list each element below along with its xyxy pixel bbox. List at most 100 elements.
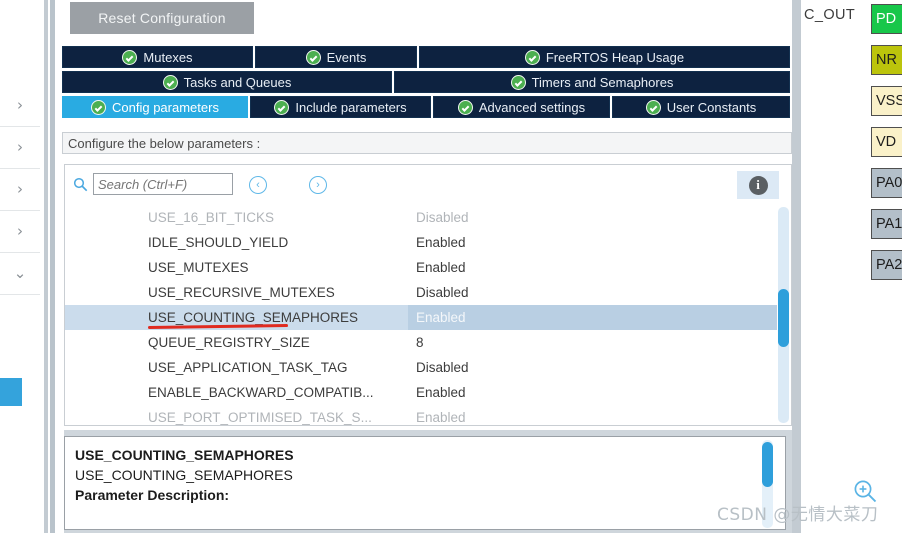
parameter-value: Enabled (416, 260, 466, 275)
pin-box[interactable]: VD (871, 127, 902, 157)
vertical-divider-right (792, 0, 801, 533)
tab-label: Mutexes (143, 49, 193, 65)
description-title: USE_COUNTING_SEMAPHORES (75, 447, 294, 463)
parameter-value: Disabled (416, 360, 469, 375)
chevron-right-icon: › (17, 179, 23, 198)
parameter-scrollbar-thumb[interactable] (778, 289, 789, 347)
info-button[interactable]: i (737, 171, 779, 199)
tab-tasks-and-queues[interactable]: Tasks and Queues (62, 71, 392, 93)
info-icon: i (748, 175, 768, 195)
description-label: Parameter Description: (75, 487, 230, 503)
parameter-value: Enabled (416, 235, 466, 250)
parameter-name: QUEUE_REGISTRY_SIZE (148, 335, 310, 350)
main-panel: Reset Configuration Mutexes Events FreeR… (56, 0, 792, 533)
sidebar-item-2[interactable]: › (0, 126, 40, 169)
table-row[interactable]: USE_MUTEXES Enabled (65, 255, 777, 280)
chevron-right-icon: › (17, 221, 23, 240)
parameter-name: USE_RECURSIVE_MUTEXES (148, 285, 335, 300)
pin-box[interactable]: NR (871, 45, 902, 75)
tab-label: Config parameters (112, 99, 219, 115)
parameter-value: Enabled (416, 410, 466, 425)
tab-row-3: Config parameters Include parameters Adv… (62, 96, 792, 118)
tab-timers-and-semaphores[interactable]: Timers and Semaphores (394, 71, 790, 93)
tab-row-1: Mutexes Events FreeRTOS Heap Usage (62, 46, 792, 68)
tab-events[interactable]: Events (255, 46, 417, 68)
tab-label: Timers and Semaphores (531, 74, 674, 90)
table-row[interactable]: IDLE_SHOULD_YIELD Enabled (65, 230, 777, 255)
check-circle-icon (91, 99, 107, 115)
tab-config-parameters[interactable]: Config parameters (62, 96, 248, 118)
sidebar-item-5[interactable]: ⌄ (0, 252, 40, 295)
tab-mutexes[interactable]: Mutexes (62, 46, 253, 68)
sidebar-item-1[interactable]: › (0, 84, 40, 127)
pin-label: PD (876, 11, 897, 27)
parameter-name: USE_16_BIT_TICKS (148, 210, 275, 225)
pinout-panel: C_OUT PD NR VSS VD PA0 PA1 PA2 (801, 0, 902, 533)
check-circle-icon (457, 99, 473, 115)
tab-user-constants[interactable]: User Constants (612, 96, 790, 118)
search-input[interactable] (93, 173, 233, 195)
check-circle-icon (274, 99, 290, 115)
vertical-divider-left-2 (50, 0, 55, 533)
tab-freertos-heap-usage[interactable]: FreeRTOS Heap Usage (419, 46, 790, 68)
pin-box[interactable]: PA2 (871, 250, 902, 280)
pin-box[interactable]: PA0 (871, 168, 902, 198)
table-row[interactable]: USE_16_BIT_TICKS Disabled (65, 205, 777, 230)
pin-label: PA0 (876, 175, 902, 191)
pin-box[interactable]: PD (871, 4, 902, 34)
chevron-right-icon: › (17, 95, 23, 114)
table-row[interactable]: QUEUE_REGISTRY_SIZE 8 (65, 330, 777, 355)
check-circle-icon (524, 49, 540, 65)
check-circle-icon (510, 74, 526, 90)
pin-label: NR (876, 52, 897, 68)
search-toolbar: ‹ › i (65, 165, 791, 205)
search-prev-button[interactable]: ‹ (249, 176, 267, 194)
tab-row-2: Tasks and Queues Timers and Semaphores (62, 71, 792, 93)
tab-advanced-settings[interactable]: Advanced settings (433, 96, 610, 118)
vertical-divider-left (44, 0, 48, 533)
parameter-name: USE_PORT_OPTIMISED_TASK_S... (148, 410, 372, 425)
tab-label: Tasks and Queues (183, 74, 292, 90)
check-circle-icon (162, 74, 178, 90)
configure-hint-bar: Configure the below parameters : (62, 132, 792, 154)
parameter-panel: ‹ › i USE_16_BIT_TICKS Disabled IDLE_SHOUL… (64, 164, 792, 426)
parameter-value: 8 (416, 335, 424, 350)
parameter-value: Disabled (416, 285, 469, 300)
table-row[interactable]: USE_APPLICATION_TASK_TAG Disabled (65, 355, 777, 380)
chevron-down-icon: ⌄ (13, 263, 27, 282)
sidebar-item-4[interactable]: › (0, 210, 40, 253)
search-next-button[interactable]: › (309, 176, 327, 194)
parameter-list[interactable]: USE_16_BIT_TICKS Disabled IDLE_SHOULD_YIEL… (65, 205, 777, 425)
parameter-value: Enabled (408, 305, 777, 330)
check-circle-icon (645, 99, 661, 115)
parameter-name: USE_COUNTING_SEMAPHORES (148, 310, 359, 325)
left-sidebar: › › › › ⌄ (0, 0, 40, 533)
chevron-right-icon: › (17, 137, 23, 156)
configure-hint-text: Configure the below parameters : (68, 135, 261, 151)
table-row[interactable]: USE_PORT_OPTIMISED_TASK_S... Enabled (65, 405, 777, 425)
parameter-name: USE_MUTEXES (148, 260, 249, 275)
tab-label: FreeRTOS Heap Usage (545, 49, 685, 65)
pin-box[interactable]: VSS (871, 86, 902, 116)
description-panel: USE_COUNTING_SEMAPHORES USE_COUNTING_SEM… (64, 436, 786, 530)
parameter-name: ENABLE_BACKWARD_COMPATIB... (148, 385, 374, 400)
parameter-value: Enabled (416, 385, 466, 400)
pin-net-label: C_OUT (804, 7, 856, 23)
zoom-in-icon[interactable] (852, 478, 878, 504)
check-circle-icon (305, 49, 321, 65)
parameter-name: USE_APPLICATION_TASK_TAG (148, 360, 348, 375)
tab-label: User Constants (666, 99, 757, 115)
table-row[interactable]: USE_RECURSIVE_MUTEXES Disabled (65, 280, 777, 305)
table-row[interactable]: ENABLE_BACKWARD_COMPATIB... Enabled (65, 380, 777, 405)
pin-box[interactable]: PA1 (871, 209, 902, 239)
tab-label: Include parameters (295, 99, 407, 115)
pin-label: VD (876, 134, 897, 150)
tab-include-parameters[interactable]: Include parameters (250, 96, 431, 118)
sidebar-active-indicator[interactable] (0, 378, 22, 406)
reset-configuration-button[interactable]: Reset Configuration (70, 2, 254, 34)
pin-label: PA1 (876, 216, 902, 232)
sidebar-item-3[interactable]: › (0, 168, 40, 211)
tab-label: Events (326, 49, 367, 65)
description-scrollbar-thumb[interactable] (762, 442, 773, 487)
check-circle-icon (122, 49, 138, 65)
